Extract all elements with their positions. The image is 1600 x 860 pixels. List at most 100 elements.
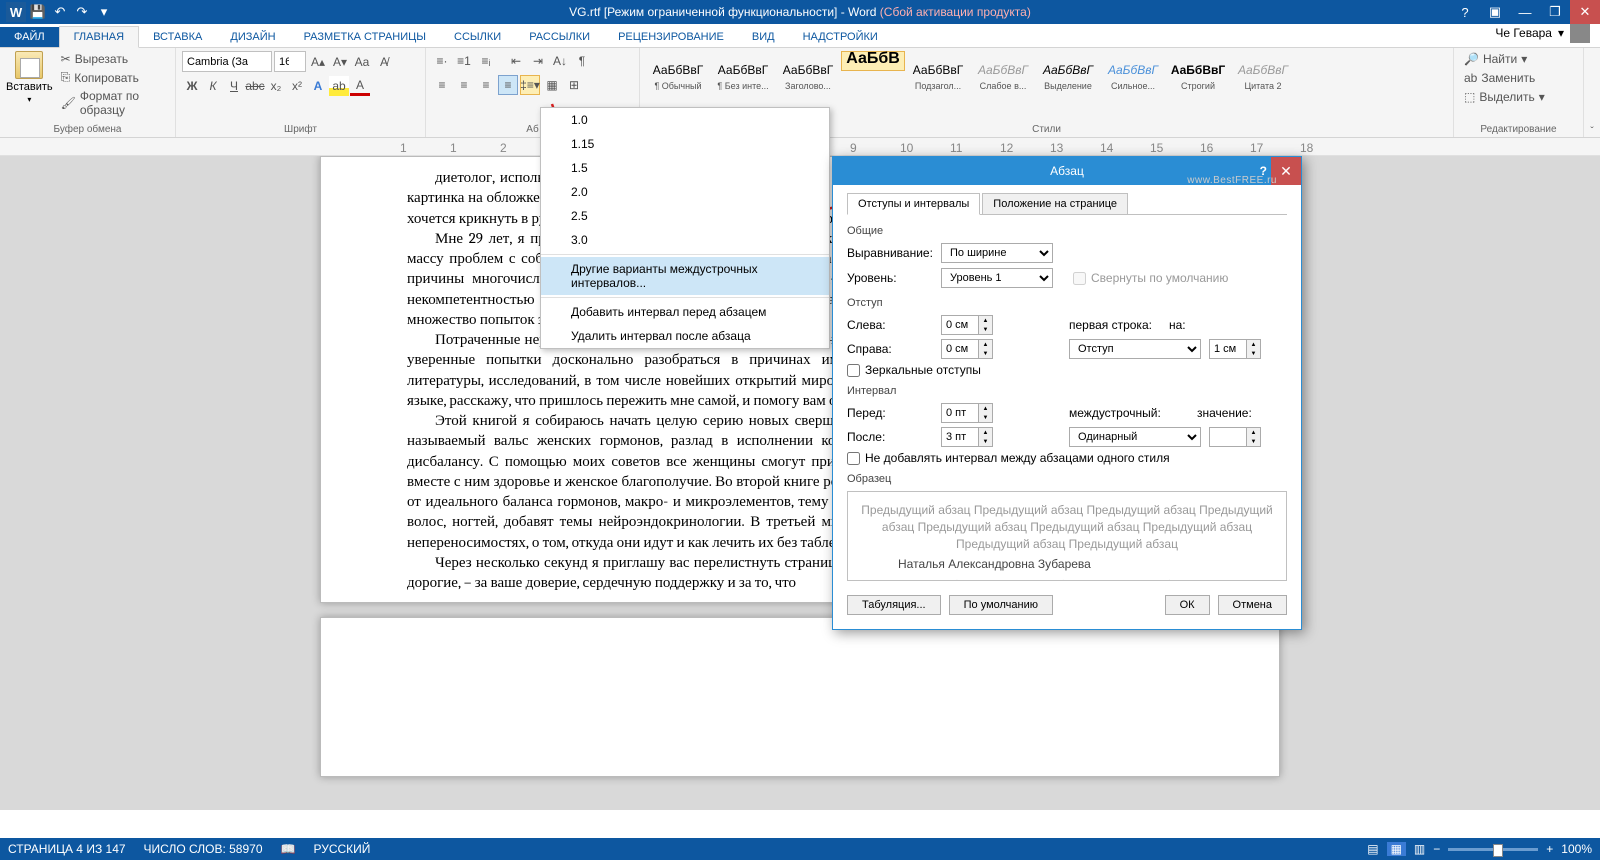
by-spinner[interactable]: ▲▼: [1209, 339, 1261, 359]
superscript-button[interactable]: x²: [287, 76, 307, 96]
align-right-icon[interactable]: ≡: [476, 75, 496, 95]
minimize-icon[interactable]: —: [1510, 0, 1540, 24]
style-Заголово...[interactable]: АаБбВвГЗаголово...: [776, 51, 840, 103]
tab-design[interactable]: ДИЗАЙН: [216, 27, 289, 47]
zoom-in-icon[interactable]: +: [1546, 842, 1553, 856]
linespacing-select[interactable]: Одинарный: [1069, 427, 1201, 447]
show-marks-icon[interactable]: ¶: [572, 51, 592, 71]
spacing-1.0[interactable]: 1.0: [541, 108, 829, 132]
dec-indent-icon[interactable]: ⇤: [506, 51, 526, 71]
style-¶ Без инте...[interactable]: АаБбВвГ¶ Без инте...: [711, 51, 775, 103]
help-icon[interactable]: ?: [1450, 0, 1480, 24]
qat-more-icon[interactable]: ▾: [94, 2, 114, 22]
tab-layout[interactable]: РАЗМЕТКА СТРАНИЦЫ: [290, 27, 440, 47]
tab-references[interactable]: ССЫЛКИ: [440, 27, 515, 47]
maximize-icon[interactable]: ❐: [1540, 0, 1570, 24]
bullets-icon[interactable]: ≡·: [432, 51, 452, 71]
view-read-icon[interactable]: ▤: [1367, 842, 1378, 856]
sort-icon[interactable]: A↓: [550, 51, 570, 71]
zoom-level[interactable]: 100%: [1561, 842, 1592, 856]
value-spinner[interactable]: ▲▼: [1209, 427, 1261, 447]
numbering-icon[interactable]: ≡1: [454, 51, 474, 71]
after-spinner[interactable]: ▲▼: [941, 427, 993, 447]
left-indent-spinner[interactable]: ▲▼: [941, 315, 993, 335]
text-effects-icon[interactable]: A: [308, 76, 328, 96]
dialog-tab-indents[interactable]: Отступы и интервалы: [847, 193, 980, 215]
font-size-combo[interactable]: [274, 51, 306, 72]
right-indent-spinner[interactable]: ▲▼: [941, 339, 993, 359]
mirror-indents-checkbox[interactable]: [847, 364, 860, 377]
close-icon[interactable]: ✕: [1570, 0, 1600, 24]
level-select[interactable]: Уровень 1: [941, 268, 1053, 288]
view-web-icon[interactable]: ▥: [1414, 842, 1425, 856]
style-Строгий[interactable]: АаБбВвГСтрогий: [1166, 51, 1230, 103]
find-button[interactable]: 🔎Найти ▾: [1460, 51, 1577, 67]
clear-format-icon[interactable]: A̸: [374, 52, 394, 72]
multilevel-icon[interactable]: ≡ᵢ: [476, 51, 496, 71]
spacing-other[interactable]: Другие варианты междустрочных интервалов…: [541, 257, 829, 295]
tab-home[interactable]: ГЛАВНАЯ: [59, 26, 139, 48]
no-same-style-checkbox[interactable]: [847, 452, 860, 465]
spacing-2.0[interactable]: 2.0: [541, 180, 829, 204]
redo-icon[interactable]: ↷: [72, 2, 92, 22]
status-page[interactable]: СТРАНИЦА 4 ИЗ 147: [8, 842, 126, 856]
first-line-select[interactable]: Отступ: [1069, 339, 1201, 359]
underline-button[interactable]: Ч: [224, 76, 244, 96]
inc-indent-icon[interactable]: ⇥: [528, 51, 548, 71]
proofing-icon[interactable]: 📖: [281, 842, 296, 856]
style-Сильное...[interactable]: АаБбВвГСильное...: [1101, 51, 1165, 103]
spacing-add-before[interactable]: Добавить интервал перед абзацем: [541, 300, 829, 324]
before-spinner[interactable]: ▲▼: [941, 403, 993, 423]
replace-button[interactable]: abЗаменить: [1460, 70, 1577, 86]
cancel-button[interactable]: Отмена: [1218, 595, 1287, 615]
highlight-icon[interactable]: ab: [329, 76, 349, 96]
spacing-1.15[interactable]: 1.15: [541, 132, 829, 156]
line-spacing-button[interactable]: ‡≡▾: [520, 75, 540, 95]
grow-font-icon[interactable]: A▴: [308, 52, 328, 72]
align-select[interactable]: По ширине: [941, 243, 1053, 263]
view-print-icon[interactable]: ▦: [1387, 842, 1406, 856]
tab-insert[interactable]: ВСТАВКА: [139, 27, 216, 47]
align-left-icon[interactable]: ≡: [432, 75, 452, 95]
format-painter-button[interactable]: 🖌Формат по образцу: [57, 88, 169, 118]
style-Подзагол...[interactable]: АаБбВвГПодзагол...: [906, 51, 970, 103]
copy-button[interactable]: ⎘Копировать: [57, 69, 169, 86]
tab-mailings[interactable]: РАССЫЛКИ: [515, 27, 604, 47]
shrink-font-icon[interactable]: A▾: [330, 52, 350, 72]
tab-addins[interactable]: НАДСТРОЙКИ: [789, 27, 892, 47]
status-language[interactable]: РУССКИЙ: [313, 842, 370, 856]
style-Цитата 2[interactable]: АаБбВвГЦитата 2: [1231, 51, 1295, 103]
bold-button[interactable]: Ж: [182, 76, 202, 96]
italic-button[interactable]: К: [203, 76, 223, 96]
font-name-combo[interactable]: [182, 51, 272, 72]
tab-view[interactable]: ВИД: [738, 27, 789, 47]
font-color-icon[interactable]: A: [350, 76, 370, 96]
align-center-icon[interactable]: ≡: [454, 75, 474, 95]
collapse-ribbon-icon[interactable]: ˇ: [1584, 48, 1600, 137]
spacing-2.5[interactable]: 2.5: [541, 204, 829, 228]
ok-button[interactable]: ОК: [1165, 595, 1210, 615]
subscript-button[interactable]: x₂: [266, 76, 286, 96]
spacing-3.0[interactable]: 3.0: [541, 228, 829, 252]
tabs-button[interactable]: Табуляция...: [847, 595, 941, 615]
default-button[interactable]: По умолчанию: [949, 595, 1053, 615]
status-words[interactable]: ЧИСЛО СЛОВ: 58970: [144, 842, 263, 856]
align-justify-icon[interactable]: ≡: [498, 75, 518, 95]
save-icon[interactable]: 💾: [28, 2, 48, 22]
dialog-tab-position[interactable]: Положение на странице: [982, 193, 1128, 215]
cut-button[interactable]: ✂Вырезать: [57, 51, 169, 67]
tab-review[interactable]: РЕЦЕНЗИРОВАНИЕ: [604, 27, 738, 47]
style-Выделение[interactable]: АаБбВвГВыделение: [1036, 51, 1100, 103]
zoom-out-icon[interactable]: −: [1433, 842, 1440, 856]
style-¶ Обычный[interactable]: АаБбВвГ¶ Обычный: [646, 51, 710, 103]
shading-icon[interactable]: ▦: [542, 75, 562, 95]
select-button[interactable]: ⬚Выделить ▾: [1460, 89, 1577, 105]
spacing-remove-after[interactable]: Удалить интервал после абзаца: [541, 324, 829, 348]
spacing-1.5[interactable]: 1.5: [541, 156, 829, 180]
undo-icon[interactable]: ↶: [50, 2, 70, 22]
tab-file[interactable]: ФАЙЛ: [0, 27, 59, 47]
ribbon-options-icon[interactable]: ▣: [1480, 0, 1510, 24]
borders-icon[interactable]: ⊞: [564, 75, 584, 95]
style-Название[interactable]: АаБбВНазвание: [841, 51, 905, 71]
paste-button[interactable]: Вставить ▾: [6, 51, 53, 118]
